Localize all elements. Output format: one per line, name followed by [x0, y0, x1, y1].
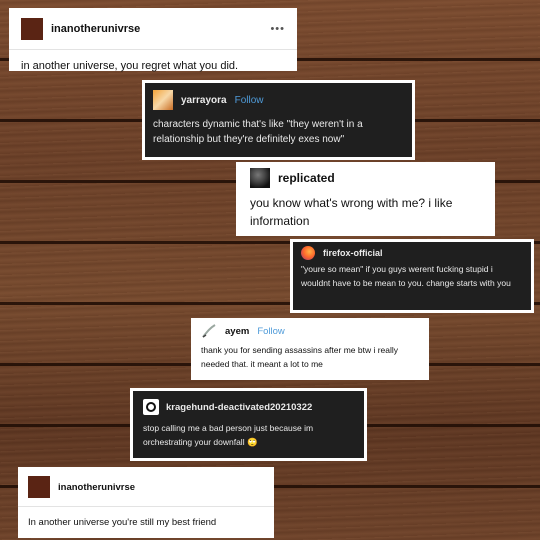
user-avatar[interactable] — [21, 18, 43, 40]
user-avatar[interactable] — [143, 399, 159, 415]
follow-button[interactable]: Follow — [235, 95, 264, 106]
user-avatar[interactable] — [250, 168, 270, 188]
post-text: stop calling me a bad person just becaus… — [133, 415, 364, 456]
post-card-4: firefox-official "youre so mean" if you … — [290, 239, 534, 313]
post-username[interactable]: replicated — [278, 171, 335, 185]
post-text: characters dynamic that's like "they wer… — [153, 119, 363, 145]
firefox-icon[interactable] — [301, 246, 315, 260]
post-card-5: ayem Follow thank you for sending assass… — [191, 318, 429, 380]
post-card-2: yarrayora Follow characters dynamic that… — [142, 80, 415, 160]
post-username[interactable]: inanotherunivrse — [51, 23, 140, 35]
post-card-6: kragehund-deactivated20210322 stop calli… — [130, 388, 367, 461]
post-card-7: inanotherunivrse In another universe you… — [18, 467, 274, 538]
follow-button[interactable]: Follow — [257, 326, 284, 337]
post-username[interactable]: firefox-official — [323, 248, 383, 258]
post-card-3: replicated you know what's wrong with me… — [236, 162, 495, 236]
post-text: in another universe, you regret what you… — [21, 60, 239, 72]
post-username[interactable]: yarrayora — [181, 95, 227, 106]
post-text: "youre so mean" if you guys werent fucki… — [301, 264, 511, 288]
more-options-icon[interactable]: ••• — [270, 23, 285, 35]
user-avatar[interactable] — [28, 476, 50, 498]
post-username[interactable]: kragehund-deactivated20210322 — [166, 402, 312, 413]
post-text: you know what's wrong with me? i like in… — [250, 196, 453, 228]
eye-roll-emoji: 🙄 — [246, 437, 258, 448]
feather-icon[interactable] — [201, 323, 217, 339]
post-username[interactable]: ayem — [225, 326, 249, 337]
post-text-content: stop calling me a bad person just becaus… — [143, 423, 314, 448]
post-card-1: inanotherunivrse ••• in another universe… — [9, 8, 297, 72]
post-text: thank you for sending assassins after me… — [201, 345, 399, 370]
user-avatar[interactable] — [153, 90, 173, 110]
post-text: In another universe you're still my best… — [28, 517, 217, 528]
post-username[interactable]: inanotherunivrse — [58, 482, 135, 493]
